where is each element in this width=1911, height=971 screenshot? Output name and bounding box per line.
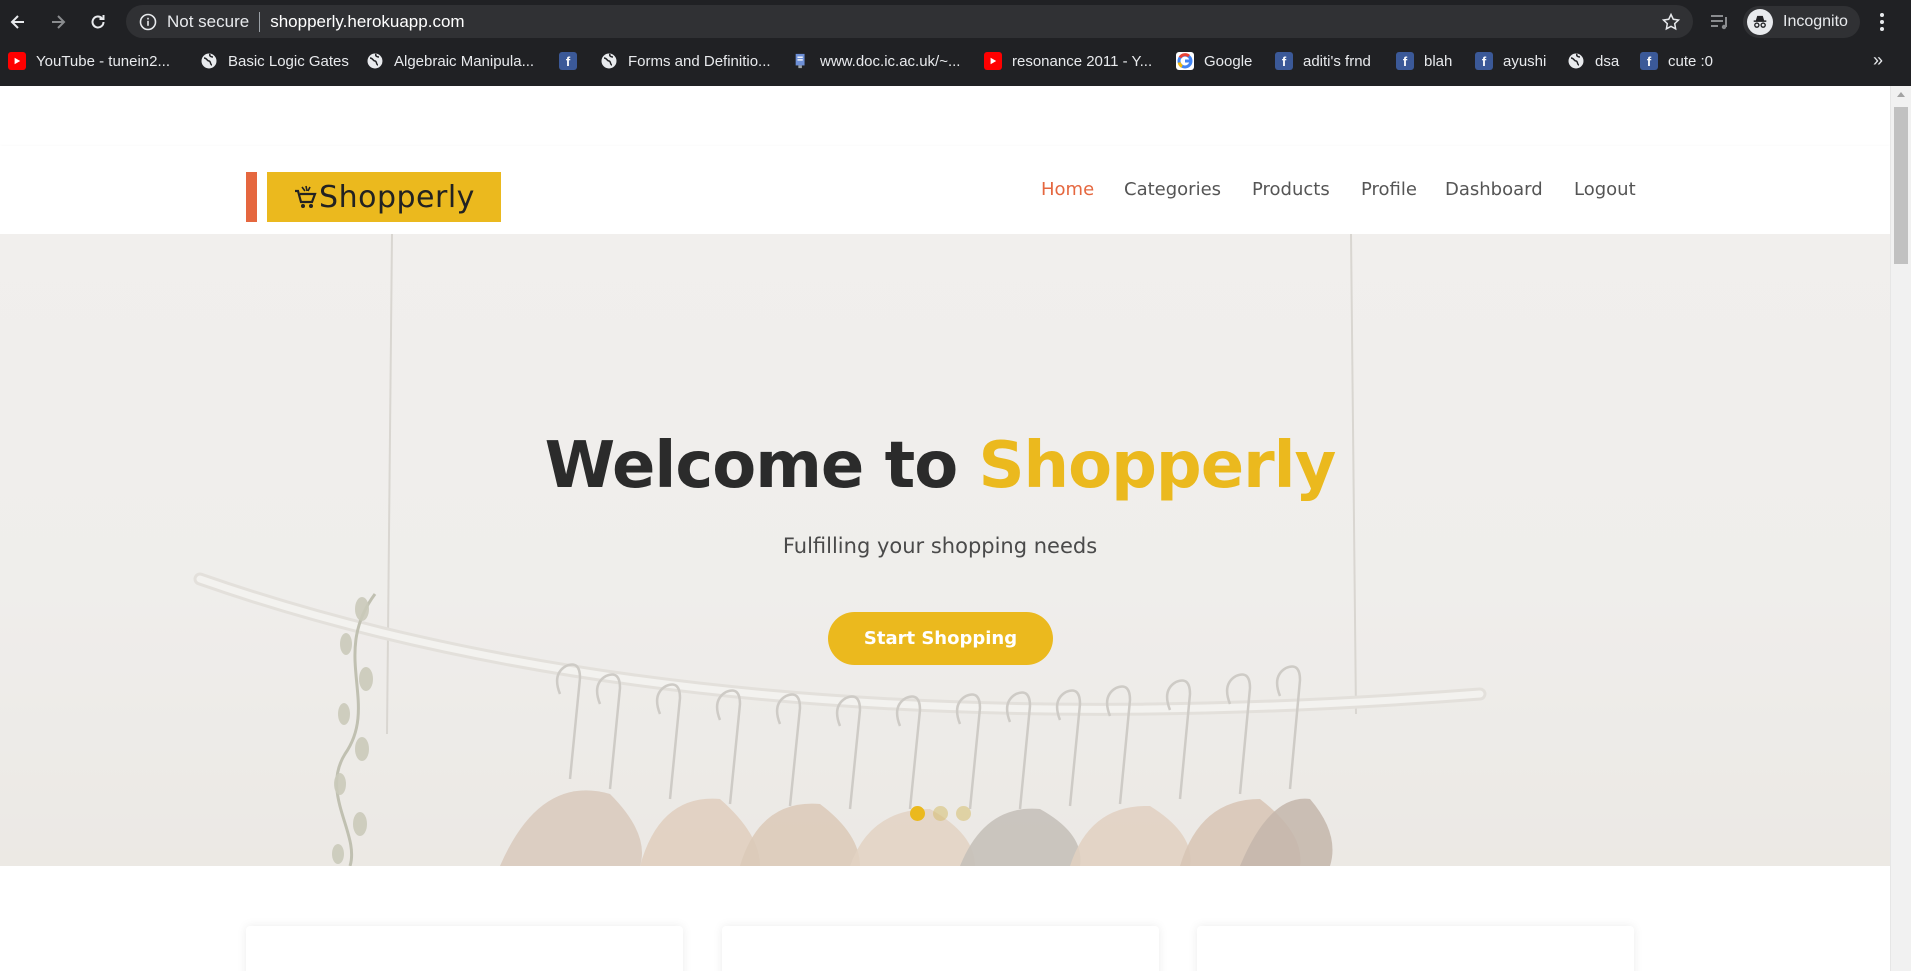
start-shopping-button[interactable]: Start Shopping bbox=[828, 612, 1053, 665]
bookmark-star-icon[interactable] bbox=[1661, 12, 1681, 32]
bookmark-label: resonance 2011 - Y... bbox=[1012, 52, 1153, 70]
bookmark-label: YouTube - tunein2... bbox=[36, 52, 170, 70]
bookmark-item[interactable]: f cute :0 bbox=[1640, 50, 1713, 72]
back-button[interactable] bbox=[4, 8, 32, 36]
bookmark-item[interactable]: YouTube - tunein2... bbox=[8, 50, 170, 72]
logo-box: Shopperly bbox=[267, 172, 501, 222]
bookmark-label: ayushi bbox=[1503, 52, 1547, 70]
carousel-dot-2[interactable] bbox=[933, 806, 948, 821]
bookmark-item[interactable]: Google bbox=[1176, 50, 1252, 72]
bookmark-item[interactable]: resonance 2011 - Y... bbox=[984, 50, 1152, 72]
bookmark-label: dsa bbox=[1595, 52, 1620, 70]
bookmark-item[interactable]: f bbox=[559, 50, 587, 72]
hero-carousel: Welcome to Shopperly Fulfilling your sho… bbox=[0, 234, 1890, 866]
more-bookmarks-button[interactable]: » bbox=[1873, 50, 1883, 71]
facebook-icon: f bbox=[559, 52, 577, 70]
browser-toolbar: Not secure shopperly.herokuapp.com Incog… bbox=[0, 0, 1911, 44]
address-separator bbox=[259, 11, 261, 32]
reload-icon bbox=[91, 15, 105, 29]
hero-title: Welcome to Shopperly bbox=[0, 429, 1880, 503]
scroll-up-arrow-icon[interactable] bbox=[1897, 92, 1905, 97]
security-label: Not secure bbox=[167, 11, 250, 31]
nav-home[interactable]: Home bbox=[1041, 179, 1094, 200]
youtube-icon bbox=[8, 52, 26, 70]
browser-chrome: Not secure shopperly.herokuapp.com Incog… bbox=[0, 0, 1911, 86]
document-icon bbox=[792, 52, 810, 70]
incognito-icon bbox=[1747, 9, 1773, 35]
page-scrollbar[interactable] bbox=[1890, 86, 1911, 971]
nav-products[interactable]: Products bbox=[1252, 179, 1330, 200]
logo-accent-bar bbox=[246, 172, 257, 222]
bookmark-label: Basic Logic Gates bbox=[228, 52, 349, 70]
globe-icon bbox=[200, 52, 218, 70]
incognito-label: Incognito bbox=[1783, 13, 1848, 30]
feature-card bbox=[246, 926, 683, 971]
feature-card bbox=[1197, 926, 1634, 971]
carousel-indicators bbox=[910, 806, 979, 821]
bookmark-label: Google bbox=[1204, 52, 1253, 70]
bookmark-item[interactable]: f blah bbox=[1396, 50, 1452, 72]
facebook-icon: f bbox=[1640, 52, 1658, 70]
feature-cards-section bbox=[0, 866, 1890, 971]
facebook-icon: f bbox=[1275, 52, 1293, 70]
globe-icon bbox=[600, 52, 618, 70]
bookmark-label: cute :0 bbox=[1668, 52, 1714, 70]
forward-arrow-icon bbox=[52, 15, 66, 29]
hero-title-prefix: Welcome to bbox=[544, 429, 979, 503]
hero-title-brand: Shopperly bbox=[978, 429, 1336, 503]
page-viewport: Shopperly Home Categories Products Profi… bbox=[0, 86, 1890, 971]
google-icon bbox=[1176, 52, 1194, 70]
incognito-badge[interactable]: Incognito bbox=[1743, 6, 1860, 38]
url-text[interactable]: shopperly.herokuapp.com bbox=[270, 12, 464, 32]
carousel-dot-1[interactable] bbox=[910, 806, 925, 821]
facebook-icon: f bbox=[1396, 52, 1414, 70]
bookmark-item[interactable]: dsa bbox=[1567, 50, 1619, 72]
bookmark-label: Algebraic Manipula... bbox=[394, 52, 535, 70]
reload-button[interactable] bbox=[84, 8, 112, 36]
bookmark-label: Forms and Definitio... bbox=[628, 52, 771, 70]
bookmark-label: aditi's frnd bbox=[1303, 52, 1371, 70]
back-arrow-icon bbox=[10, 15, 24, 29]
logo-text: Shopperly bbox=[319, 179, 475, 215]
hero-subtitle: Fulfilling your shopping needs bbox=[782, 534, 1098, 558]
nav-categories[interactable]: Categories bbox=[1124, 179, 1221, 200]
address-bar[interactable]: Not secure shopperly.herokuapp.com bbox=[126, 5, 1693, 38]
site-logo[interactable]: Shopperly bbox=[246, 172, 501, 222]
bookmark-item[interactable]: f aditi's frnd bbox=[1275, 50, 1371, 72]
bookmark-item[interactable]: Forms and Definitio... bbox=[600, 50, 771, 72]
bookmark-item[interactable]: www.doc.ic.ac.uk/~... bbox=[792, 50, 960, 72]
bookmark-item[interactable]: Basic Logic Gates bbox=[200, 50, 349, 72]
bookmark-label: blah bbox=[1424, 52, 1453, 70]
shopping-cart-icon bbox=[295, 185, 317, 208]
media-queue-icon[interactable] bbox=[1709, 11, 1731, 33]
bookmark-item[interactable]: Algebraic Manipula... bbox=[366, 50, 534, 72]
nav-dashboard[interactable]: Dashboard bbox=[1445, 179, 1543, 200]
info-icon[interactable] bbox=[139, 13, 157, 31]
feature-card bbox=[722, 926, 1159, 971]
globe-icon bbox=[366, 52, 384, 70]
bookmark-label: www.doc.ic.ac.uk/~... bbox=[820, 52, 961, 70]
forward-button[interactable] bbox=[44, 8, 72, 36]
youtube-icon bbox=[984, 52, 1002, 70]
facebook-icon: f bbox=[1475, 52, 1493, 70]
site-navbar: Shopperly Home Categories Products Profi… bbox=[0, 146, 1890, 234]
browser-menu-icon[interactable] bbox=[1877, 10, 1887, 34]
bookmark-item[interactable]: f ayushi bbox=[1475, 50, 1546, 72]
nav-profile[interactable]: Profile bbox=[1361, 179, 1417, 200]
bookmarks-bar: YouTube - tunein2... Basic Logic Gates A… bbox=[0, 44, 1911, 78]
globe-icon bbox=[1567, 52, 1585, 70]
scrollbar-thumb[interactable] bbox=[1894, 107, 1908, 264]
nav-logout[interactable]: Logout bbox=[1574, 179, 1636, 200]
carousel-dot-3[interactable] bbox=[956, 806, 971, 821]
